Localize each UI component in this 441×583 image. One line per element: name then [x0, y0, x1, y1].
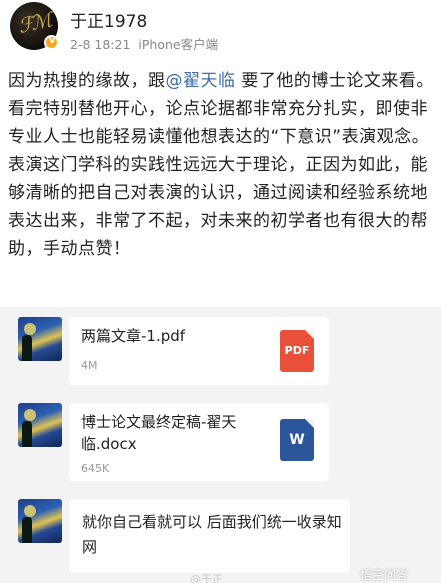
- verified-badge-icon: [44, 35, 59, 50]
- file-size: 645K: [81, 462, 110, 475]
- chat-screenshot-panel: 两篇文章-1.pdf 4M PDF 博士论文最终定稿-翟天临.docx 645K…: [0, 307, 441, 583]
- file-name: 博士论文最终定稿-翟天临.docx: [81, 413, 237, 453]
- post-text-body: 要了他的博士论文来看。看完特别替他开心，论点论据都非常充分扎实，即使非专业人士也…: [8, 71, 434, 259]
- mention-link[interactable]: @翟天临: [166, 71, 236, 91]
- file-message-pdf[interactable]: 两篇文章-1.pdf 4M PDF: [69, 317, 329, 385]
- file-message-docx[interactable]: 博士论文最终定稿-翟天临.docx 645K W: [69, 403, 329, 481]
- post-time: 2-8 18:21: [70, 37, 131, 52]
- file-size: 4M: [81, 359, 98, 372]
- post-header: ℱℳ 于正1978 2-8 18:21 iPhone客户端: [0, 0, 441, 60]
- post-meta: 2-8 18:21 iPhone客户端: [70, 34, 218, 53]
- sender-avatar: [18, 499, 62, 543]
- pdf-file-icon: PDF: [280, 330, 314, 372]
- message-text: 就你自己看就可以 后面我们统一收录知网: [82, 513, 342, 556]
- word-file-icon: W: [280, 419, 314, 461]
- username[interactable]: 于正1978: [70, 7, 147, 32]
- post-source: iPhone客户端: [138, 37, 219, 52]
- weibo-watermark: @于正: [190, 573, 223, 583]
- text-message[interactable]: 就你自己看就可以 后面我们统一收录知网: [69, 499, 350, 573]
- file-name: 两篇文章-1.pdf: [81, 327, 186, 345]
- post-text: 因为热搜的缘故，跟@翟天临 要了他的博士论文来看。看完特别替他开心，论点论据都非…: [8, 67, 436, 263]
- post-text-intro: 因为热搜的缘故，跟: [8, 71, 166, 91]
- avatar-logo-art: ℱℳ: [15, 8, 52, 38]
- sender-avatar: [18, 317, 62, 361]
- sender-avatar: [18, 403, 62, 447]
- brand-watermark: 悟空问答: [360, 568, 409, 582]
